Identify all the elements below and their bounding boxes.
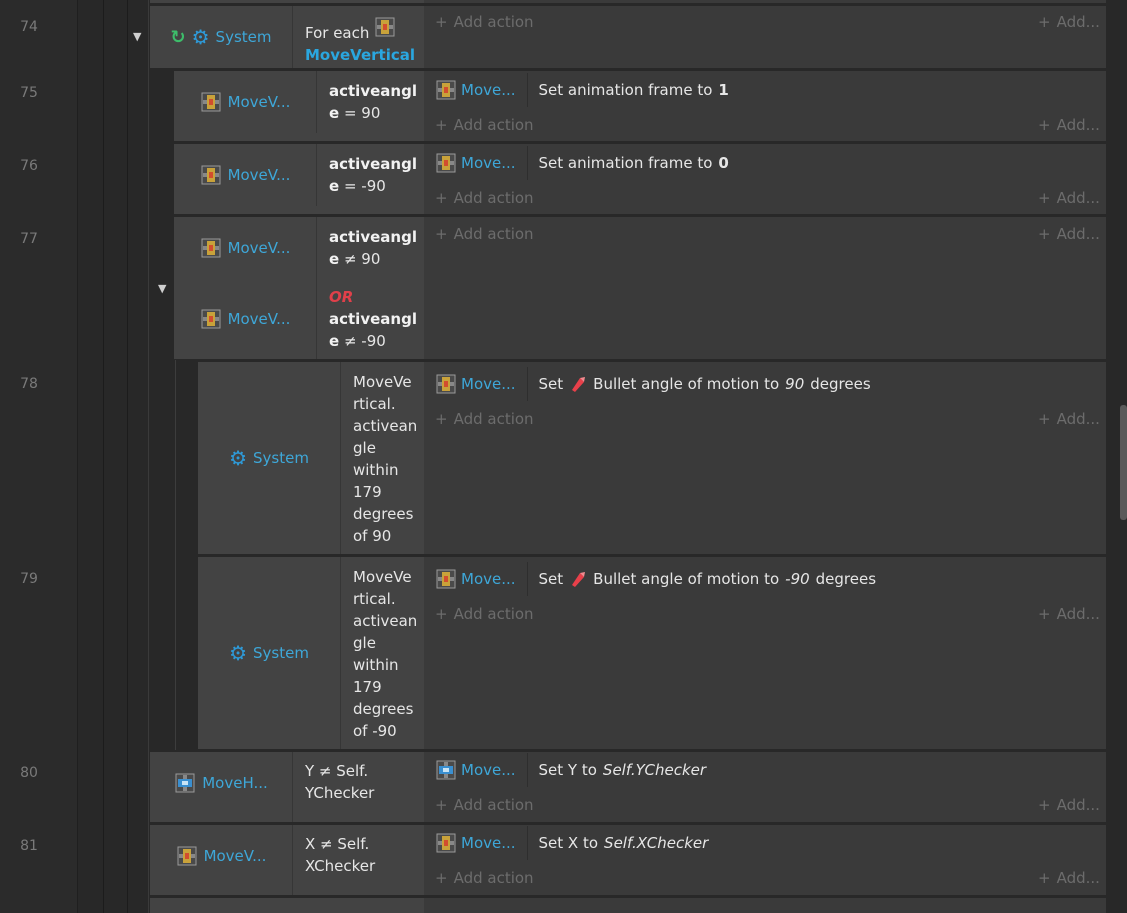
plus-icon: + (435, 410, 448, 428)
plus-icon: + (1038, 116, 1051, 134)
add-more-link[interactable]: + Add... (1038, 13, 1100, 31)
add-action-link[interactable]: + Add action (435, 225, 534, 243)
plus-icon: + (1038, 796, 1051, 814)
action-row[interactable]: Move... Set Bullet angle of motion to 90… (435, 367, 871, 401)
plus-icon: + (1038, 869, 1051, 887)
sprite-icon (435, 373, 457, 395)
condition-text[interactable]: For each MoveVertical (305, 16, 415, 66)
line-number: 74 (20, 19, 38, 35)
condition-object[interactable]: MoveV... (174, 217, 316, 279)
vertical-scrollbar[interactable] (1120, 405, 1127, 520)
plus-icon: + (435, 116, 448, 134)
gear-icon: ⚙ (191, 25, 210, 49)
add-more-link[interactable]: + Add... (1038, 796, 1100, 814)
condition-text[interactable]: MoveVe rtical. activean gle within 179 d… (353, 566, 417, 742)
line-number: 80 (20, 765, 38, 781)
action-row[interactable]: Move... Set animation frame to 0 (435, 146, 729, 180)
plus-icon: + (435, 605, 448, 623)
sprite-icon (200, 308, 222, 330)
sprite-icon (374, 16, 396, 38)
condition-object[interactable]: MoveV... (150, 825, 292, 887)
plus-icon: + (1038, 13, 1051, 31)
sprite-icon (435, 152, 457, 174)
bullet-icon (569, 375, 587, 393)
plus-icon: + (435, 796, 448, 814)
condition-object[interactable]: ⚙ System (198, 557, 340, 749)
add-action-link[interactable]: + Add action (435, 13, 534, 31)
line-number: 75 (20, 85, 38, 101)
condition-object[interactable]: MoveH... (150, 752, 292, 814)
add-action-link[interactable]: + Add action (435, 796, 534, 814)
add-more-link[interactable]: + Add... (1038, 605, 1100, 623)
expand-triangle-icon[interactable]: ▼ (158, 282, 166, 295)
plus-icon: + (1038, 189, 1051, 207)
indent-guide (103, 0, 104, 913)
indent-guide (127, 0, 128, 913)
sprite-icon (435, 759, 457, 781)
line-number: 81 (20, 838, 38, 854)
sprite-icon (435, 568, 457, 590)
condition-object[interactable]: ⚙ System (198, 362, 340, 554)
action-row[interactable]: Move... Set animation frame to 1 (435, 73, 729, 107)
sprite-icon (435, 79, 457, 101)
gear-icon: ⚙ (229, 641, 247, 665)
event-block-next (150, 898, 424, 913)
add-more-link[interactable]: + Add... (1038, 225, 1100, 243)
loop-icon: ↻ (170, 26, 186, 48)
plus-icon: + (1038, 225, 1051, 243)
plus-icon: + (435, 189, 448, 207)
or-label: OR (329, 288, 354, 306)
add-action-link[interactable]: + Add action (435, 869, 534, 887)
condition-text[interactable]: activeangl e = 90 (329, 80, 417, 124)
plus-icon: + (1038, 410, 1051, 428)
gear-icon: ⚙ (229, 446, 247, 470)
sprite-icon (200, 91, 222, 113)
condition-text[interactable]: MoveVe rtical. activean gle within 179 d… (353, 371, 417, 547)
sprite-icon (176, 845, 198, 867)
line-number: 79 (20, 571, 38, 587)
sprite-icon (200, 164, 222, 186)
condition-object[interactable]: MoveV... (174, 288, 316, 350)
action-row[interactable]: Move... Set Bullet angle of motion to -9… (435, 562, 876, 596)
plus-icon: + (435, 869, 448, 887)
bullet-icon (569, 570, 587, 588)
plus-icon: + (1038, 605, 1051, 623)
line-number: 78 (20, 376, 38, 392)
event-block-previous (150, 0, 424, 3)
plus-icon: + (435, 13, 448, 31)
condition-text[interactable]: activeangl e ≠ -90 (329, 308, 417, 352)
add-action-link[interactable]: + Add action (435, 189, 534, 207)
sprite-icon (174, 772, 196, 794)
add-action-link[interactable]: + Add action (435, 605, 534, 623)
condition-text[interactable]: activeangl e ≠ 90 (329, 226, 417, 270)
condition-text[interactable]: activeangl e = -90 (329, 153, 417, 197)
add-more-link[interactable]: + Add... (1038, 189, 1100, 207)
sprite-icon (200, 237, 222, 259)
line-number: 76 (20, 158, 38, 174)
add-more-link[interactable]: + Add... (1038, 116, 1100, 134)
action-row[interactable]: Move... Set X to Self.XChecker (435, 826, 708, 860)
add-more-link[interactable]: + Add... (1038, 869, 1100, 887)
add-more-link[interactable]: + Add... (1038, 410, 1100, 428)
condition-object[interactable]: ↻ ⚙ System (150, 6, 292, 68)
condition-object[interactable]: MoveV... (174, 144, 316, 206)
expand-triangle-icon[interactable]: ▼ (133, 30, 141, 43)
condition-text[interactable]: Y ≠ Self. YChecker (305, 760, 374, 804)
plus-icon: + (435, 225, 448, 243)
add-action-link[interactable]: + Add action (435, 116, 534, 134)
condition-text[interactable]: X ≠ Self. XChecker (305, 833, 375, 877)
action-row[interactable]: Move... Set Y to Self.YChecker (435, 753, 706, 787)
sprite-icon (435, 832, 457, 854)
line-number: 77 (20, 231, 38, 247)
condition-object[interactable]: MoveV... (174, 71, 316, 133)
indent-guide (148, 0, 149, 913)
add-action-link[interactable]: + Add action (435, 410, 534, 428)
